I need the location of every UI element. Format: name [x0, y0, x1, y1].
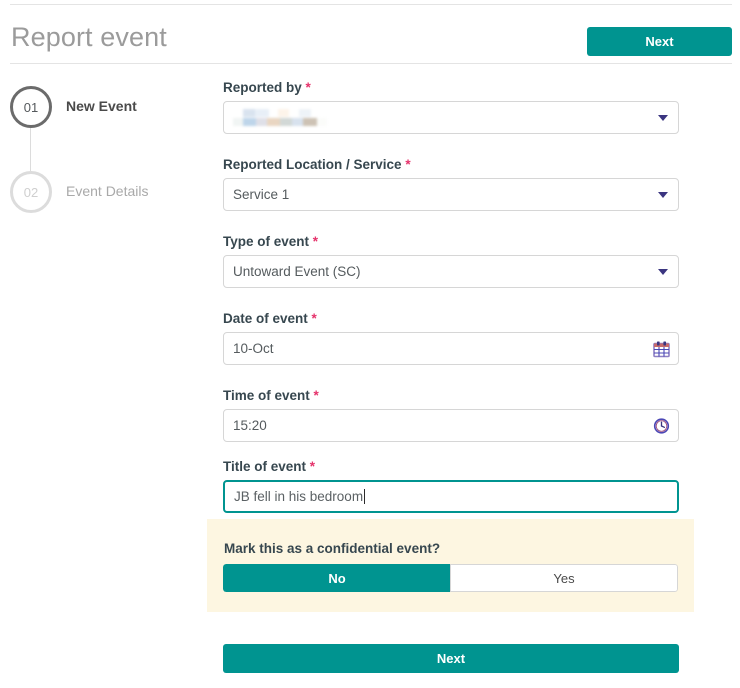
field-date-of-event: Date of event * 10-Oct — [223, 311, 679, 365]
footer-next-button[interactable]: Next — [223, 644, 679, 673]
field-label: Reported Location / Service * — [223, 157, 679, 172]
reported-location-select[interactable]: Service 1 — [223, 178, 679, 211]
step-label: Event Details — [66, 183, 149, 199]
selected-value: Untoward Event (SC) — [233, 264, 361, 279]
required-asterisk: * — [405, 157, 411, 172]
field-label: Date of event * — [223, 311, 679, 326]
selected-value: Service 1 — [233, 187, 290, 202]
label-text: Type of event — [223, 234, 310, 249]
confidential-event-panel: Mark this as a confidential event? No Ye… — [207, 519, 694, 612]
step-number-badge: 02 — [10, 171, 52, 213]
field-type-of-event: Type of event * Untoward Event (SC) — [223, 234, 679, 288]
field-label: Time of event * — [223, 388, 679, 403]
field-title-of-event: Title of event * JB fell in his bedroom — [223, 459, 679, 513]
report-event-form: Reported by * Reported Location / Servic… — [223, 80, 679, 513]
confidential-question-label: Mark this as a confidential event? — [224, 541, 441, 556]
calendar-icon[interactable] — [653, 340, 670, 357]
confidential-toggle-no[interactable]: No — [223, 564, 450, 592]
field-reported-by: Reported by * — [223, 80, 679, 134]
confidential-toggle-yes[interactable]: Yes — [450, 564, 678, 592]
title-value: JB fell in his bedroom — [234, 489, 364, 504]
time-value: 15:20 — [233, 418, 267, 433]
title-of-event-input[interactable]: JB fell in his bedroom — [223, 480, 679, 513]
required-asterisk: * — [312, 234, 319, 249]
step-number-badge: 01 — [10, 86, 52, 128]
text-caret — [364, 489, 366, 504]
field-reported-location-service: Reported Location / Service * Service 1 — [223, 157, 679, 211]
required-asterisk: * — [305, 80, 311, 95]
field-label: Title of event * — [223, 459, 679, 474]
required-asterisk: * — [309, 459, 316, 474]
required-asterisk: * — [313, 388, 319, 403]
chevron-down-icon — [658, 114, 668, 121]
step-label: New Event — [66, 98, 137, 114]
stepper: 01 New Event 02 Event Details — [0, 80, 210, 250]
field-label: Type of event * — [223, 234, 679, 249]
header-divider — [10, 63, 732, 64]
chevron-down-icon — [658, 191, 668, 198]
page-title: Report event — [11, 22, 167, 52]
label-text: Date of event — [223, 311, 308, 326]
stepper-item-new-event[interactable]: 01 New Event — [0, 80, 210, 171]
date-value: 10-Oct — [233, 341, 274, 356]
label-text: Reported Location / Service — [223, 157, 402, 172]
label-text: Reported by — [223, 80, 302, 95]
time-of-event-input[interactable]: 15:20 — [223, 409, 679, 442]
stepper-item-event-details[interactable]: 02 Event Details — [0, 165, 210, 250]
header-next-button[interactable]: Next — [587, 27, 732, 56]
label-text: Title of event — [223, 459, 307, 474]
field-time-of-event: Time of event * 15:20 — [223, 388, 679, 442]
required-asterisk: * — [311, 311, 317, 326]
clock-icon[interactable] — [653, 417, 670, 434]
type-of-event-select[interactable]: Untoward Event (SC) — [223, 255, 679, 288]
field-label: Reported by * — [223, 80, 679, 95]
step-connector-line — [30, 128, 31, 171]
label-text: Time of event — [223, 388, 310, 403]
date-of-event-input[interactable]: 10-Oct — [223, 332, 679, 365]
confidential-toggle-group: No Yes — [223, 564, 678, 592]
page-header: Report event Next — [0, 5, 740, 63]
redacted-value — [233, 109, 327, 126]
reported-by-select[interactable] — [223, 101, 679, 134]
chevron-down-icon — [658, 268, 668, 275]
